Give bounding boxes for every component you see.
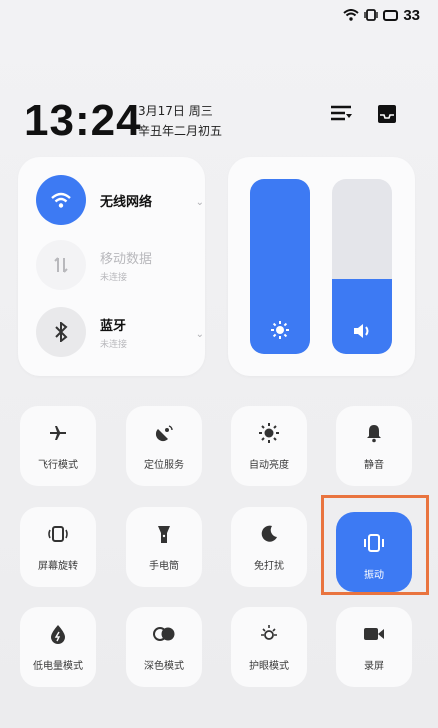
chevron-down-icon[interactable]: ⌄ (196, 197, 204, 208)
bluetooth-status: 未连接 (100, 339, 128, 350)
wifi-toggle[interactable]: 无线网络 ⌄ (36, 175, 206, 225)
wifi-label: 无线网络 (100, 194, 153, 210)
tile-dark-mode[interactable]: 深色模式 (126, 607, 202, 687)
eye-care-icon (259, 623, 279, 645)
mobile-data-toggle[interactable]: 移动数据 未连接 (36, 240, 152, 290)
tile-airplane[interactable]: 飞行模式 (20, 406, 96, 486)
tile-label: 自动亮度 (249, 460, 289, 471)
tile-eye-care[interactable]: 护眼模式 (231, 607, 307, 687)
bluetooth-toggle[interactable]: 蓝牙 未连接 ⌄ (36, 307, 206, 357)
tile-label: 低电量模式 (33, 661, 83, 672)
tile-label: 手电筒 (149, 561, 179, 572)
moon-icon (260, 523, 278, 545)
battery-icon (383, 10, 399, 21)
low-power-icon (50, 623, 66, 645)
highlight-box (321, 495, 429, 595)
tile-label: 屏幕旋转 (38, 561, 78, 572)
brightness-icon (250, 320, 310, 340)
date-lunar: 辛丑年二月初五 (138, 124, 223, 138)
tile-label: 深色模式 (144, 661, 184, 672)
brightness-slider[interactable] (250, 179, 310, 354)
tile-label: 静音 (364, 460, 384, 471)
tile-rotate[interactable]: 屏幕旋转 (20, 507, 96, 587)
mobile-data-label: 移动数据 (100, 251, 153, 267)
tile-location[interactable]: 定位服务 (126, 406, 202, 486)
bell-icon (365, 422, 383, 444)
airplane-icon (48, 422, 68, 444)
connectivity-card: 无线网络 ⌄ 移动数据 未连接 蓝牙 未连接 ⌄ (18, 157, 205, 376)
tile-moon[interactable]: 免打扰 (231, 507, 307, 587)
bluetooth-label: 蓝牙 (100, 318, 127, 334)
vibrate-icon (364, 6, 379, 25)
tile-label: 免打扰 (254, 561, 284, 572)
flashlight-icon (156, 523, 172, 545)
inbox-icon[interactable] (374, 101, 400, 127)
tile-flashlight[interactable]: 手电筒 (126, 507, 202, 587)
tile-screen-record[interactable]: 录屏 (336, 607, 412, 687)
auto-brightness-icon (259, 422, 279, 444)
status-bar: 33 (343, 6, 420, 25)
tile-label: 定位服务 (144, 460, 184, 471)
tile-label: 飞行模式 (38, 460, 78, 471)
tile-label: 护眼模式 (249, 661, 289, 672)
volume-icon (332, 322, 392, 340)
date-gregorian: 3月17日 周三 (138, 104, 213, 118)
bluetooth-icon (36, 307, 86, 357)
chevron-down-icon[interactable]: ⌄ (196, 329, 204, 340)
tile-bell[interactable]: 静音 (336, 406, 412, 486)
location-icon (154, 422, 174, 444)
dark-mode-icon (153, 623, 175, 645)
volume-slider[interactable] (332, 179, 392, 354)
mobile-data-status: 未连接 (100, 272, 128, 283)
clock-time: 13:24 (24, 96, 142, 145)
volume-level (332, 278, 392, 354)
wifi-icon (36, 175, 86, 225)
tile-low-power[interactable]: 低电量模式 (20, 607, 96, 687)
sliders-card (228, 157, 415, 376)
screen-record-icon (363, 623, 385, 645)
edit-list-icon[interactable] (328, 101, 354, 127)
rotate-icon (47, 523, 69, 545)
mobile-data-icon (36, 240, 86, 290)
tile-label: 录屏 (364, 661, 384, 672)
tile-auto-brightness[interactable]: 自动亮度 (231, 406, 307, 486)
wifi-icon (343, 6, 359, 25)
battery-level: 33 (403, 7, 420, 24)
